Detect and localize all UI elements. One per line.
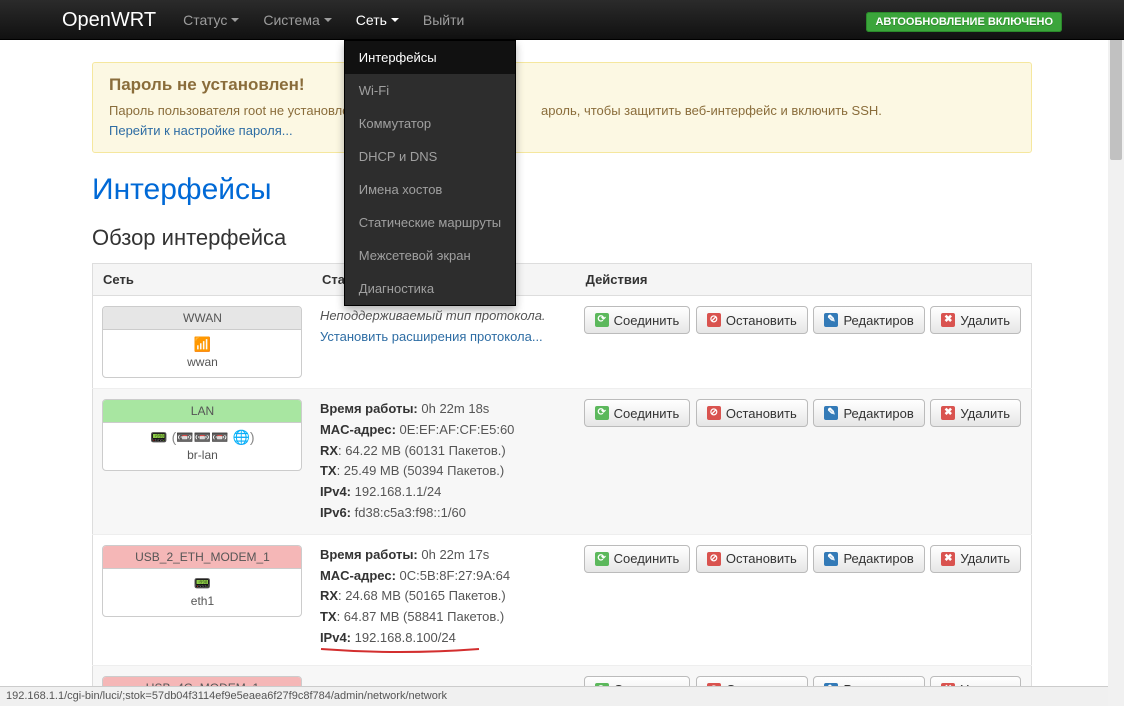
alert-text2: ароль, чтобы защитить веб-интерфейс и вк… <box>541 103 882 118</box>
uptime-value: 0h 22m 18s <box>418 401 490 416</box>
status-unsupported: Неподдерживаемый тип протокола. <box>320 308 546 323</box>
interfaces-table: Сеть Статус Действия WWAN 📶 wwan <box>92 263 1032 706</box>
underline-marker-icon <box>320 647 480 655</box>
page-subtitle: Обзор интерфейса <box>92 225 1032 251</box>
scrollbar-track[interactable] <box>1108 0 1124 706</box>
ipv4-label: IPv4: <box>320 630 351 645</box>
nav-network-label: Сеть <box>356 12 387 28</box>
iface-box-wwan: WWAN 📶 wwan <box>102 306 302 378</box>
page-title: Интерфейсы <box>92 173 1032 207</box>
rx-label: RX <box>320 588 338 603</box>
stop-button[interactable]: ⊘Остановить <box>696 545 808 573</box>
iface-name: WWAN <box>103 307 301 330</box>
bridge-icon: 📟 (📼📼📼 🌐) <box>107 429 297 446</box>
ipv6-label: IPv6: <box>320 505 351 520</box>
table-row: LAN 📟 (📼📼📼 🌐) br-lan Время работы: 0h 22… <box>93 389 1032 535</box>
uptime-label: Время работы: <box>320 547 418 562</box>
iface-box-usb2eth: USB_2_ETH_MODEM_1 📟 eth1 <box>102 545 302 617</box>
nav-system-label: Система <box>263 12 319 28</box>
mac-label: MAC-адрес: <box>320 568 396 583</box>
alert-link[interactable]: Перейти к настройке пароля... <box>109 123 293 138</box>
password-alert: Пароль не установлен! Пароль пользовател… <box>92 62 1032 153</box>
edit-button[interactable]: ✎Редактиров <box>813 399 924 427</box>
delete-button[interactable]: ✖Удалить <box>930 306 1021 334</box>
reload-icon: ⟳ <box>595 406 609 420</box>
delete-button[interactable]: ✖Удалить <box>930 545 1021 573</box>
caret-icon <box>231 18 239 22</box>
stop-button[interactable]: ⊘Остановить <box>696 306 808 334</box>
caret-icon <box>391 18 399 22</box>
connect-button[interactable]: ⟳Соединить <box>584 399 691 427</box>
dropdown-hosts[interactable]: Имена хостов <box>345 173 515 206</box>
stop-icon: ⊘ <box>707 313 721 327</box>
tx-label: TX <box>320 463 337 478</box>
col-actions: Действия <box>576 264 1032 296</box>
network-dropdown: Интерфейсы Wi-Fi Коммутатор DHCP и DNS И… <box>344 40 516 306</box>
table-row: USB_2_ETH_MODEM_1 📟 eth1 Время работы: 0… <box>93 534 1032 665</box>
connect-button[interactable]: ⟳Соединить <box>584 545 691 573</box>
device-icon: 📶 <box>107 336 297 353</box>
mac-value: 0C:5B:8F:27:9A:64 <box>396 568 510 583</box>
nav-status[interactable]: Статус <box>171 0 251 40</box>
iface-device: br-lan <box>187 448 218 462</box>
brand-logo[interactable]: OpenWRT <box>62 9 156 32</box>
dropdown-diag[interactable]: Диагностика <box>345 272 515 305</box>
nav-system[interactable]: Система <box>251 0 343 40</box>
stop-button[interactable]: ⊘Остановить <box>696 399 808 427</box>
dropdown-routes[interactable]: Статические маршруты <box>345 206 515 239</box>
tx-value: : 25.49 MB (50394 Пакетов.) <box>337 463 505 478</box>
iface-name: USB_2_ETH_MODEM_1 <box>103 546 301 569</box>
delete-icon: ✖ <box>941 552 955 566</box>
delete-icon: ✖ <box>941 406 955 420</box>
edit-icon: ✎ <box>824 406 838 420</box>
rx-value: : 64.22 MB (60131 Пакетов.) <box>338 443 506 458</box>
mac-label: MAC-адрес: <box>320 422 396 437</box>
iface-box-lan: LAN 📟 (📼📼📼 🌐) br-lan <box>102 399 302 471</box>
ipv4-value: 192.168.1.1/24 <box>351 484 441 499</box>
alert-title: Пароль не установлен! <box>109 75 1015 95</box>
rx-label: RX <box>320 443 338 458</box>
ipv4-value: 192.168.8.100/24 <box>351 630 456 645</box>
nav-network[interactable]: Сеть Интерфейсы Wi-Fi Коммутатор DHCP и … <box>344 0 411 40</box>
dropdown-firewall[interactable]: Межсетевой экран <box>345 239 515 272</box>
tx-value: : 64.87 MB (58841 Пакетов.) <box>337 609 505 624</box>
mac-value: 0E:EF:AF:CF:E5:60 <box>396 422 515 437</box>
alert-text: Пароль пользователя root не установлен. <box>109 103 364 118</box>
uptime-label: Время работы: <box>320 401 418 416</box>
edit-icon: ✎ <box>824 313 838 327</box>
auto-refresh-badge[interactable]: АВТООБНОВЛЕНИЕ ВКЛЮЧЕНО <box>866 12 1062 32</box>
table-row: WWAN 📶 wwan Неподдерживаемый тип протоко… <box>93 296 1032 389</box>
ipv6-value: fd38:c5a3:f98::1/60 <box>351 505 466 520</box>
caret-icon <box>324 18 332 22</box>
delete-button[interactable]: ✖Удалить <box>930 399 1021 427</box>
uptime-value: 0h 22m 17s <box>418 547 490 562</box>
nav-logout[interactable]: Выйти <box>411 0 476 40</box>
iface-device: wwan <box>187 355 218 369</box>
ethernet-icon: 📟 <box>107 575 297 592</box>
rx-value: : 24.68 MB (50165 Пакетов.) <box>338 588 506 603</box>
dropdown-switch[interactable]: Коммутатор <box>345 107 515 140</box>
top-navbar: OpenWRT Статус Система Сеть Интерфейсы W… <box>0 0 1124 40</box>
edit-button[interactable]: ✎Редактиров <box>813 545 924 573</box>
browser-status-bar: 192.168.1.1/cgi-bin/luci/;stok=57db04f31… <box>0 686 1108 706</box>
ipv4-label: IPv4: <box>320 484 351 499</box>
stop-icon: ⊘ <box>707 552 721 566</box>
dropdown-wifi[interactable]: Wi-Fi <box>345 74 515 107</box>
edit-icon: ✎ <box>824 552 838 566</box>
dropdown-interfaces[interactable]: Интерфейсы <box>345 41 515 74</box>
dropdown-dhcp[interactable]: DHCP и DNS <box>345 140 515 173</box>
stop-icon: ⊘ <box>707 406 721 420</box>
col-network: Сеть <box>93 264 312 296</box>
edit-button[interactable]: ✎Редактиров <box>813 306 924 334</box>
reload-icon: ⟳ <box>595 313 609 327</box>
nav-status-label: Статус <box>183 12 227 28</box>
iface-name: LAN <box>103 400 301 423</box>
iface-device: eth1 <box>191 594 214 608</box>
tx-label: TX <box>320 609 337 624</box>
connect-button[interactable]: ⟳Соединить <box>584 306 691 334</box>
delete-icon: ✖ <box>941 313 955 327</box>
nav-logout-label: Выйти <box>423 12 464 28</box>
install-protocol-link[interactable]: Установить расширения протокола... <box>320 329 543 344</box>
reload-icon: ⟳ <box>595 552 609 566</box>
